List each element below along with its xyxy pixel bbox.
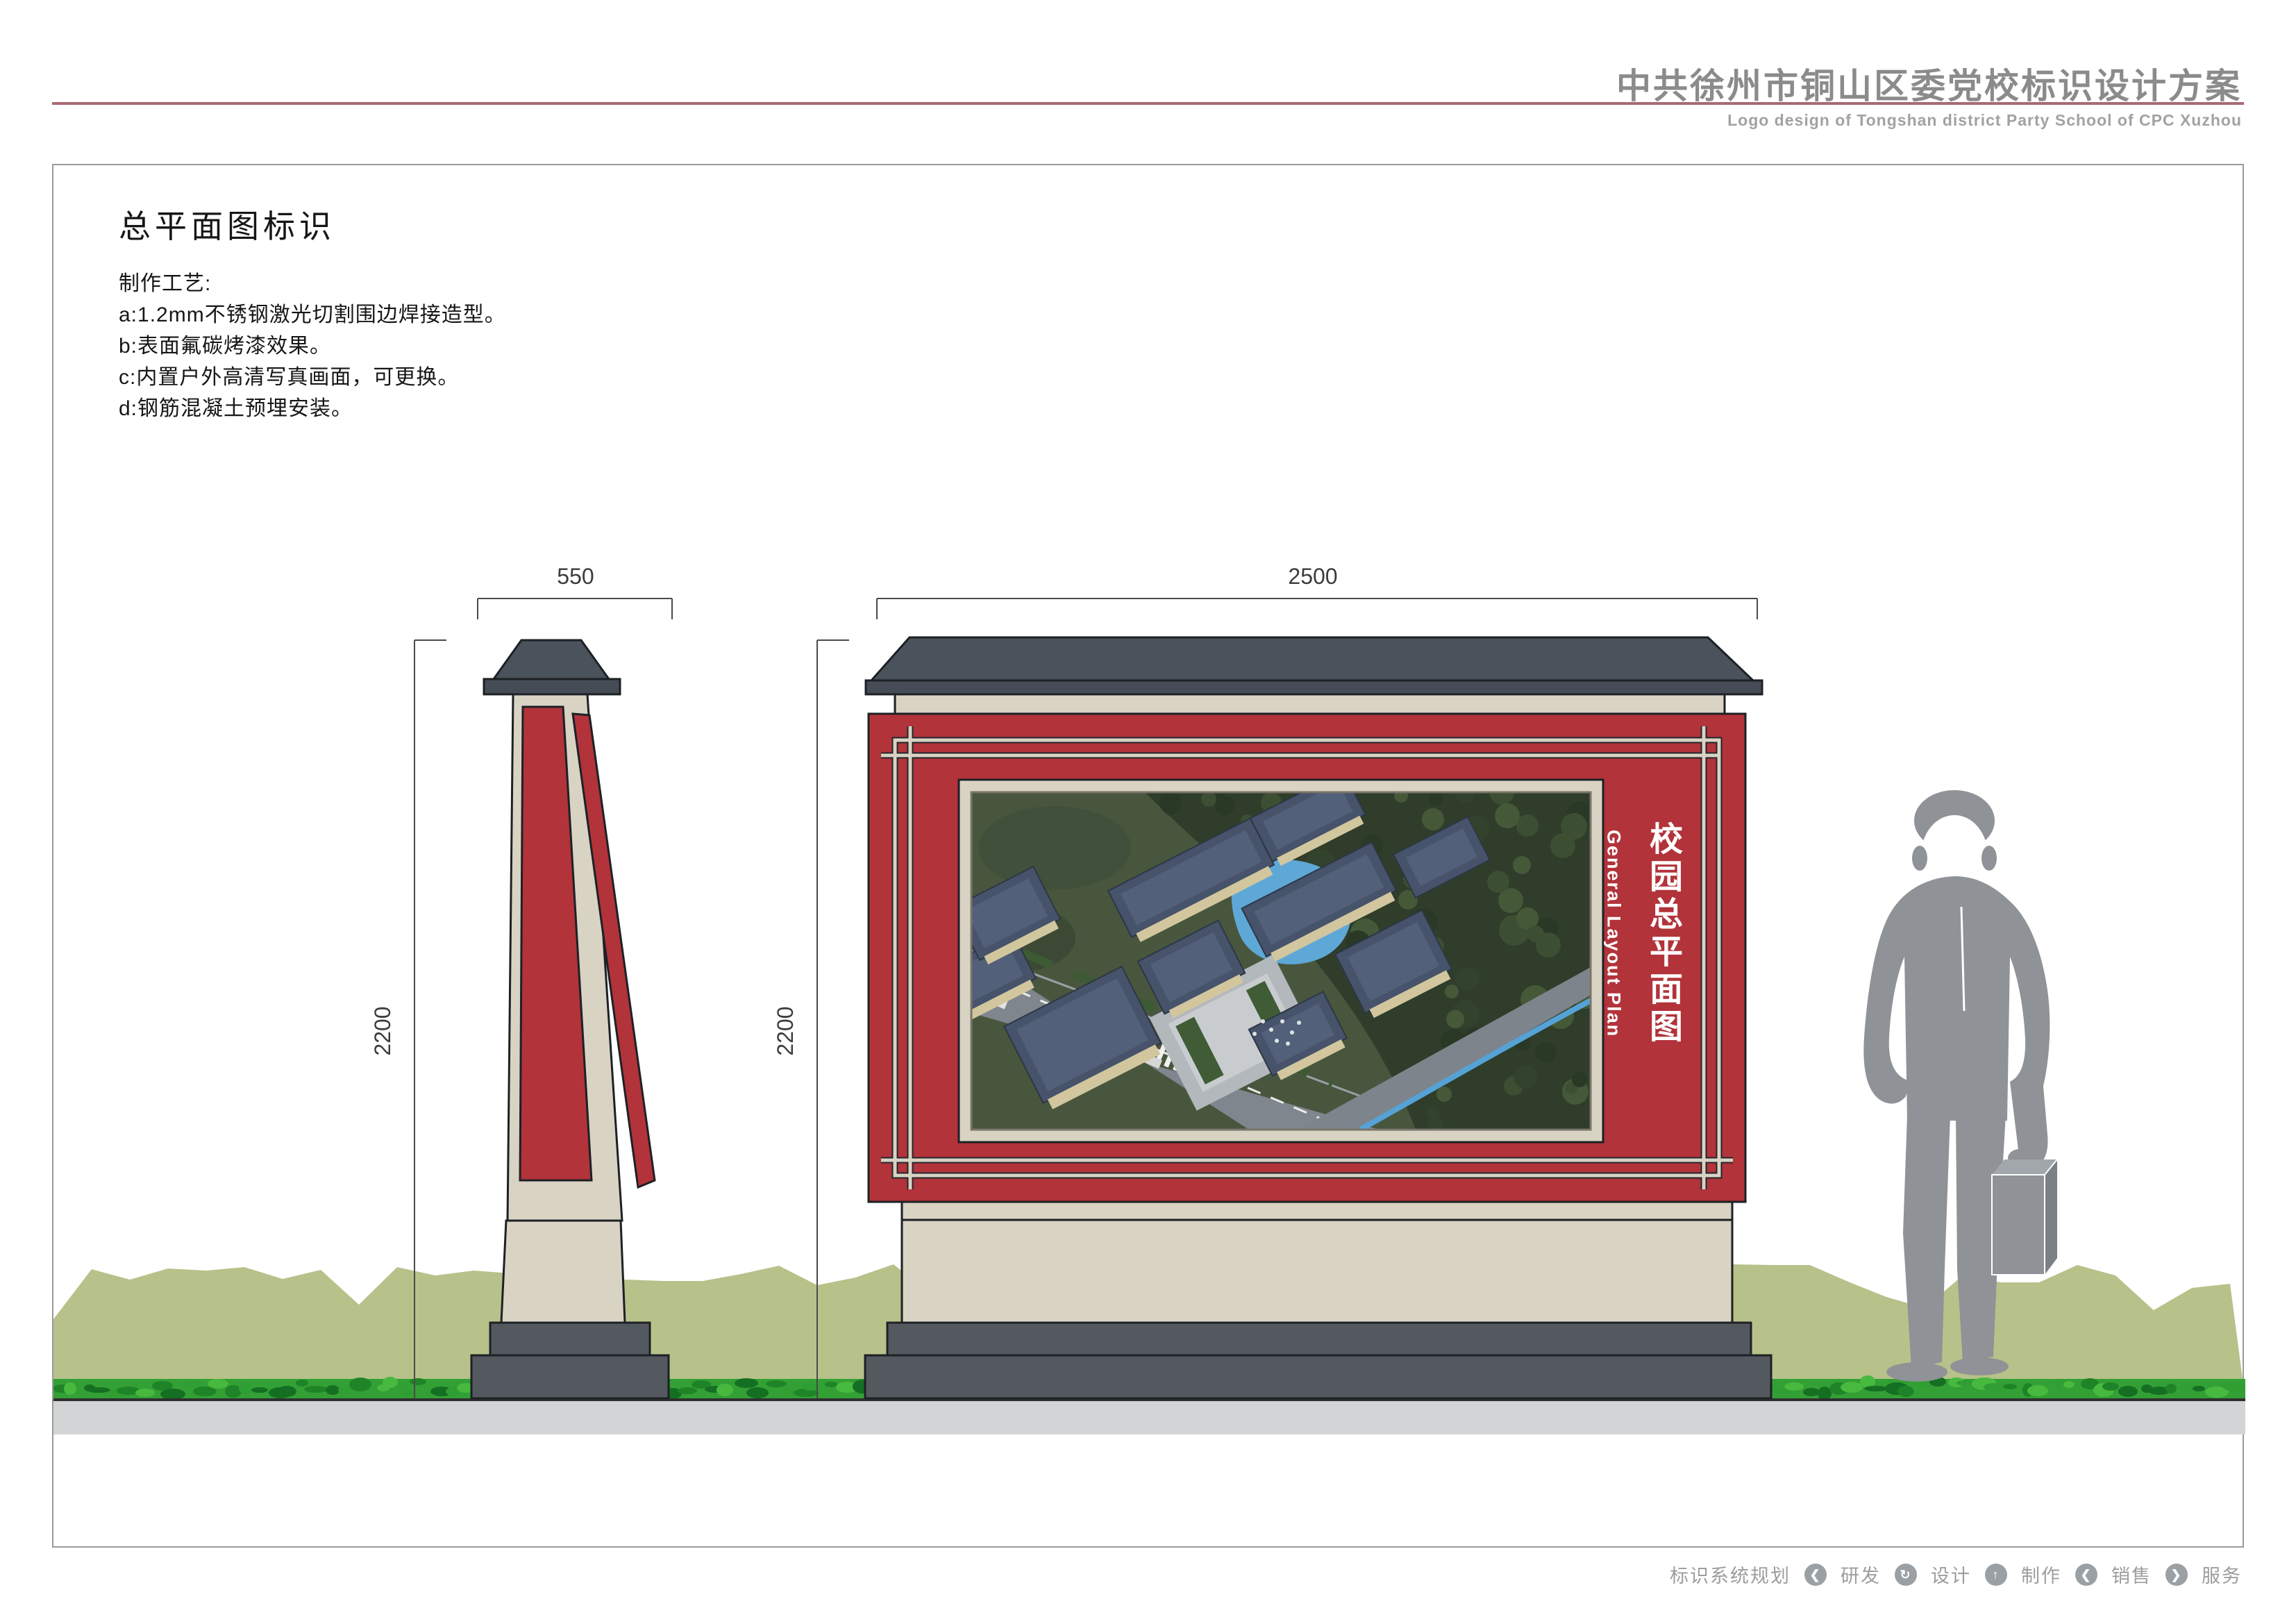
arrow-left-circle-icon: ❮ [1804,1564,1827,1586]
header-divider [52,102,2244,105]
footer-service-chain: 标识系统规划 ❮ 研发 ↻ 设计 ↑ 制作 ❮ 销售 ❯ 服务 [1670,1561,2242,1588]
dim-label-side-height: 2200 [341,989,424,1073]
side-plinth-upper [490,1323,650,1355]
sidewalk [53,1400,2245,1434]
side-base [501,1221,625,1323]
elevation-drawing [53,165,2245,1549]
arrow-left-circle-icon: ❮ [2075,1564,2097,1586]
footer-label: 销售 [2111,1561,2152,1588]
footer-label: 研发 [1841,1561,1881,1588]
front-plinth-lower [865,1355,1771,1398]
sign-title-en: General Layout Plan [1599,819,1628,1048]
front-roof [871,637,1753,680]
front-top-band [895,694,1725,714]
footer-label: 服务 [2202,1561,2242,1588]
briefcase [1992,1160,2057,1275]
drawing-sheet-frame: 总平面图标识 制作工艺: a:1.2mm不锈钢激光切割围边焊接造型。 b:表面氟… [52,164,2244,1548]
footer-label: 制作 [2021,1561,2061,1588]
front-roof-band [866,680,1762,694]
dim-label-front-width: 2500 [1257,564,1368,589]
front-plinth-upper [887,1323,1751,1355]
arrow-right-circle-icon: ❯ [2165,1564,2188,1586]
page-subtitle: Logo design of Tongshan district Party S… [1727,111,2242,130]
dim-label-side-width: 550 [520,564,631,589]
footer-label: 标识系统规划 [1670,1561,1791,1588]
design-sheet: 中共徐州市铜山区委党校标识设计方案 Logo design of Tongsha… [0,0,2296,1624]
page-title: 中共徐州市铜山区委党校标识设计方案 [1616,58,2242,108]
arrow-up-circle-icon: ↑ [1985,1564,2007,1586]
footer-label: 设计 [1931,1561,1971,1588]
side-roof-cap [494,640,609,679]
sign-title-cn: 校园总平面图 [1639,819,1685,1048]
dim-label-front-height: 2200 [744,989,827,1073]
arrow-cycle-circle-icon: ↻ [1895,1564,1917,1586]
side-roof-band [484,679,620,694]
side-plinth-lower [471,1355,669,1398]
